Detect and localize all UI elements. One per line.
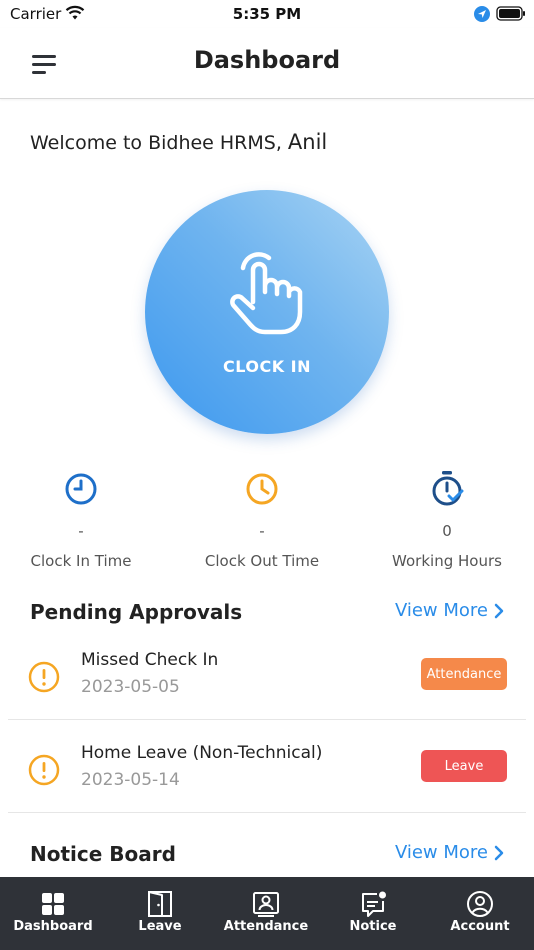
battery-icon [496,6,525,21]
stat-clock-in-time: - Clock In Time [0,470,171,570]
clock-icon [246,473,278,505]
location-arrow-icon [474,6,490,22]
alert-circle-icon [28,754,60,786]
approval-title: Home Leave (Non-Technical) [81,743,323,763]
nav-item-account[interactable]: Account [427,877,533,950]
clock-in-time-label: Clock In Time [30,552,132,570]
alert-circle-icon [28,661,60,693]
stat-working-hours: 0 Working Hours [357,470,534,570]
status-bar: Carrier 5:35 PM [0,0,534,28]
page-title: Dashboard [193,46,341,74]
working-hours-label: Working Hours [392,552,502,570]
nav-item-notice[interactable]: Notice [320,877,426,950]
clock-icon [65,473,97,505]
view-more-label: View More [394,600,488,621]
approval-item[interactable]: Home Leave (Non-Technical) 2023-05-14 Le… [8,721,526,813]
approval-date: 2023-05-05 [81,677,180,697]
clock-in-button[interactable]: CLOCK IN [145,190,389,434]
nav-label: Notice [349,919,397,934]
id-card-icon [253,892,279,917]
app-header: Dashboard [0,28,534,99]
nav-label: Attendance [223,919,309,934]
notice-view-more-link[interactable]: View More [395,842,504,863]
approval-item[interactable]: Missed Check In 2023-05-05 Attendance [8,628,526,720]
chevron-right-icon [494,603,504,618]
notice-icon [362,891,386,917]
grid-icon [42,893,64,915]
pending-approvals-title: Pending Approvals [30,600,243,624]
stat-clock-out-time: - Clock Out Time [172,470,352,570]
welcome-text: Welcome to Bidhee HRMS, [30,132,288,154]
status-badge-attendance: Attendance [421,658,507,690]
door-icon [148,891,172,917]
nav-label: Account [450,919,510,934]
status-time: 5:35 PM [232,5,302,23]
clock-out-time-label: Clock Out Time [204,552,320,570]
welcome-message: Welcome to Bidhee HRMS, Anil [30,130,327,154]
nav-label: Leave [138,919,182,934]
clock-in-label: CLOCK IN [222,357,312,376]
working-hours-value: 0 [442,522,452,540]
stopwatch-icon [432,471,464,506]
nav-item-leave[interactable]: Leave [107,877,213,950]
nav-label: Dashboard [13,919,93,934]
clock-in-time-value: - [78,522,84,540]
user-name: Anil [287,130,328,154]
status-badge-leave: Leave [421,750,507,782]
approval-date: 2023-05-14 [81,770,180,790]
nav-item-dashboard[interactable]: Dashboard [0,877,106,950]
pending-view-more-link[interactable]: View More [395,600,504,621]
chevron-right-icon [494,845,504,860]
notice-board-title: Notice Board [30,842,176,866]
bottom-navigation: Dashboard Leave Attendance Notice Accoun… [0,877,534,950]
clock-out-time-value: - [259,522,265,540]
hand-pointer-icon [230,252,303,335]
approval-title: Missed Check In [81,650,219,670]
nav-item-attendance[interactable]: Attendance [213,877,319,950]
view-more-label: View More [394,842,488,863]
account-icon [467,891,493,917]
